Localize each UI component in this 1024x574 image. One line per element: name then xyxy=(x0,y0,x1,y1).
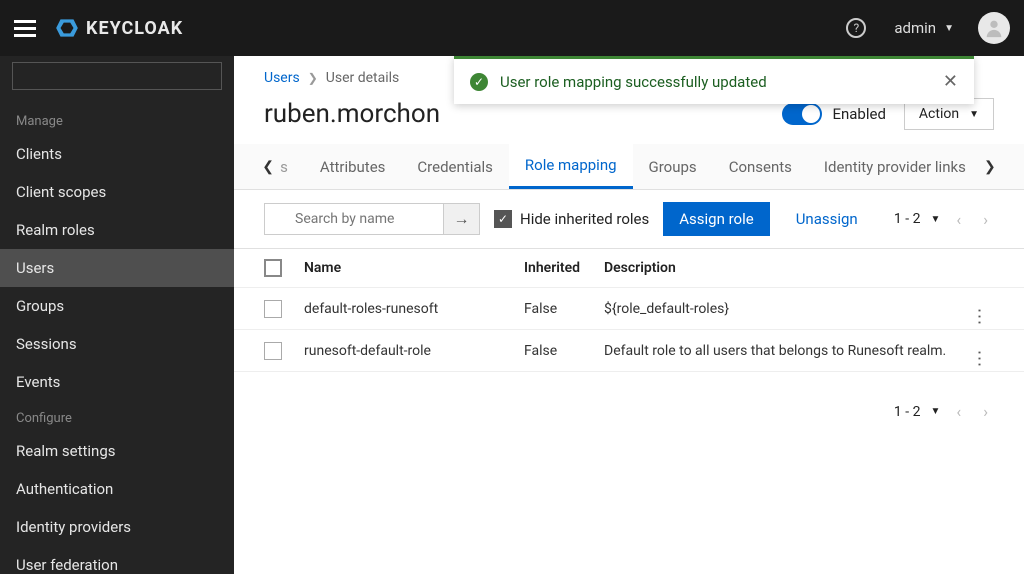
search-submit-button[interactable]: → xyxy=(444,203,480,235)
checkbox-checked-icon: ✓ xyxy=(494,210,512,228)
table-toolbar: 🔍 → ✓ Hide inherited roles Assign role U… xyxy=(234,190,1024,248)
cell-name: default-roles-runesoft xyxy=(304,301,524,317)
sidebar-item-events[interactable]: Events xyxy=(0,363,234,401)
help-icon[interactable]: ? xyxy=(846,18,866,38)
sidebar-item-sessions[interactable]: Sessions xyxy=(0,325,234,363)
top-bar: KEYCLOAK ? admin ▼ xyxy=(0,0,1024,56)
toast-success: ✓ User role mapping successfully updated… xyxy=(454,56,974,104)
unassign-button[interactable]: Unassign xyxy=(796,210,858,228)
cell-name: runesoft-default-role xyxy=(304,343,524,359)
sidebar-section-manage: Manage xyxy=(0,104,234,135)
sidebar-item-realm-roles[interactable]: Realm roles xyxy=(0,211,234,249)
tab-scroll-right[interactable]: ❯ xyxy=(982,145,998,189)
sidebar-item-groups[interactable]: Groups xyxy=(0,287,234,325)
main-content: ✓ User role mapping successfully updated… xyxy=(234,56,1024,574)
brand-text: KEYCLOAK xyxy=(86,18,183,39)
select-all-checkbox[interactable] xyxy=(264,259,282,277)
breadcrumb-users-link[interactable]: Users xyxy=(264,70,300,86)
brand-logo[interactable]: KEYCLOAK xyxy=(54,15,183,41)
cell-description: ${role_default-roles} xyxy=(604,301,964,317)
roles-table: Name Inherited Description default-roles… xyxy=(234,248,1024,372)
pager-top: 1 - 2 ▼ ‹ › xyxy=(894,210,994,229)
sidebar-item-identity-providers[interactable]: Identity providers xyxy=(0,508,234,546)
tab-attributes[interactable]: Attributes xyxy=(304,146,402,188)
pager-prev[interactable]: ‹ xyxy=(950,402,967,421)
keycloak-logo-icon xyxy=(54,15,80,41)
person-icon xyxy=(983,17,1005,39)
table-header-row: Name Inherited Description xyxy=(234,249,1024,288)
tab-identity-provider-links[interactable]: Identity provider links xyxy=(808,146,982,188)
pager-range: 1 - 2 xyxy=(894,404,921,420)
check-circle-icon: ✓ xyxy=(470,73,488,91)
enabled-toggle[interactable] xyxy=(782,103,822,125)
caret-down-icon: ▼ xyxy=(944,23,954,34)
toast-close-icon[interactable]: ✕ xyxy=(943,71,958,92)
row-kebab-icon[interactable]: ⋯ xyxy=(969,294,990,324)
col-header-name: Name xyxy=(304,260,524,276)
pager-prev[interactable]: ‹ xyxy=(950,210,967,229)
sidebar-item-clients[interactable]: Clients xyxy=(0,135,234,173)
realm-selector[interactable] xyxy=(12,62,222,90)
table-row: default-roles-runesoft False ${role_defa… xyxy=(234,288,1024,330)
cell-inherited: False xyxy=(524,301,604,317)
tab-scroll-left[interactable]: ❮ xyxy=(260,145,276,189)
table-row: runesoft-default-role False Default role… xyxy=(234,330,1024,372)
tab-role-mapping[interactable]: Role mapping xyxy=(509,144,633,189)
chevron-right-icon: ❯ xyxy=(308,71,318,85)
toast-message: User role mapping successfully updated xyxy=(500,73,943,91)
tab-partial[interactable]: s xyxy=(276,146,304,188)
caret-down-icon: ▼ xyxy=(969,109,979,120)
caret-down-icon[interactable]: ▼ xyxy=(930,406,940,417)
user-menu[interactable]: admin ▼ xyxy=(894,19,954,37)
breadcrumb-current: User details xyxy=(326,70,400,86)
cell-inherited: False xyxy=(524,343,604,359)
action-dropdown-label: Action xyxy=(919,106,959,122)
sidebar-item-users[interactable]: Users xyxy=(0,249,234,287)
assign-role-button[interactable]: Assign role xyxy=(663,202,769,236)
pager-range: 1 - 2 xyxy=(894,211,921,227)
user-menu-name: admin xyxy=(894,19,936,37)
sidebar-item-realm-settings[interactable]: Realm settings xyxy=(0,432,234,470)
page-title: ruben.morchon xyxy=(264,99,440,129)
tab-groups[interactable]: Groups xyxy=(633,146,713,188)
col-header-description: Description xyxy=(604,260,964,276)
sidebar-item-client-scopes[interactable]: Client scopes xyxy=(0,173,234,211)
sidebar-section-configure: Configure xyxy=(0,401,234,432)
sidebar: Manage Clients Client scopes Realm roles… xyxy=(0,56,234,574)
row-checkbox[interactable] xyxy=(264,342,282,360)
pager-bottom: 1 - 2 ▼ ‹ › xyxy=(894,402,994,421)
sidebar-item-user-federation[interactable]: User federation xyxy=(0,546,234,574)
cell-description: Default role to all users that belongs t… xyxy=(604,343,964,359)
hide-inherited-label: Hide inherited roles xyxy=(520,210,649,228)
caret-down-icon[interactable]: ▼ xyxy=(930,214,940,225)
tab-credentials[interactable]: Credentials xyxy=(401,146,508,188)
hide-inherited-checkbox[interactable]: ✓ Hide inherited roles xyxy=(494,210,649,228)
tab-bar: ❮ s Attributes Credentials Role mapping … xyxy=(234,144,1024,190)
tab-consents[interactable]: Consents xyxy=(713,146,808,188)
sidebar-item-authentication[interactable]: Authentication xyxy=(0,470,234,508)
menu-hamburger-icon[interactable] xyxy=(14,20,36,37)
pager-next[interactable]: › xyxy=(977,402,994,421)
enabled-label: Enabled xyxy=(832,105,885,123)
pager-next[interactable]: › xyxy=(977,210,994,229)
row-kebab-icon[interactable]: ⋯ xyxy=(969,336,990,366)
row-checkbox[interactable] xyxy=(264,300,282,318)
search-input[interactable] xyxy=(264,203,444,235)
avatar[interactable] xyxy=(978,12,1010,44)
col-header-inherited: Inherited xyxy=(524,260,604,276)
